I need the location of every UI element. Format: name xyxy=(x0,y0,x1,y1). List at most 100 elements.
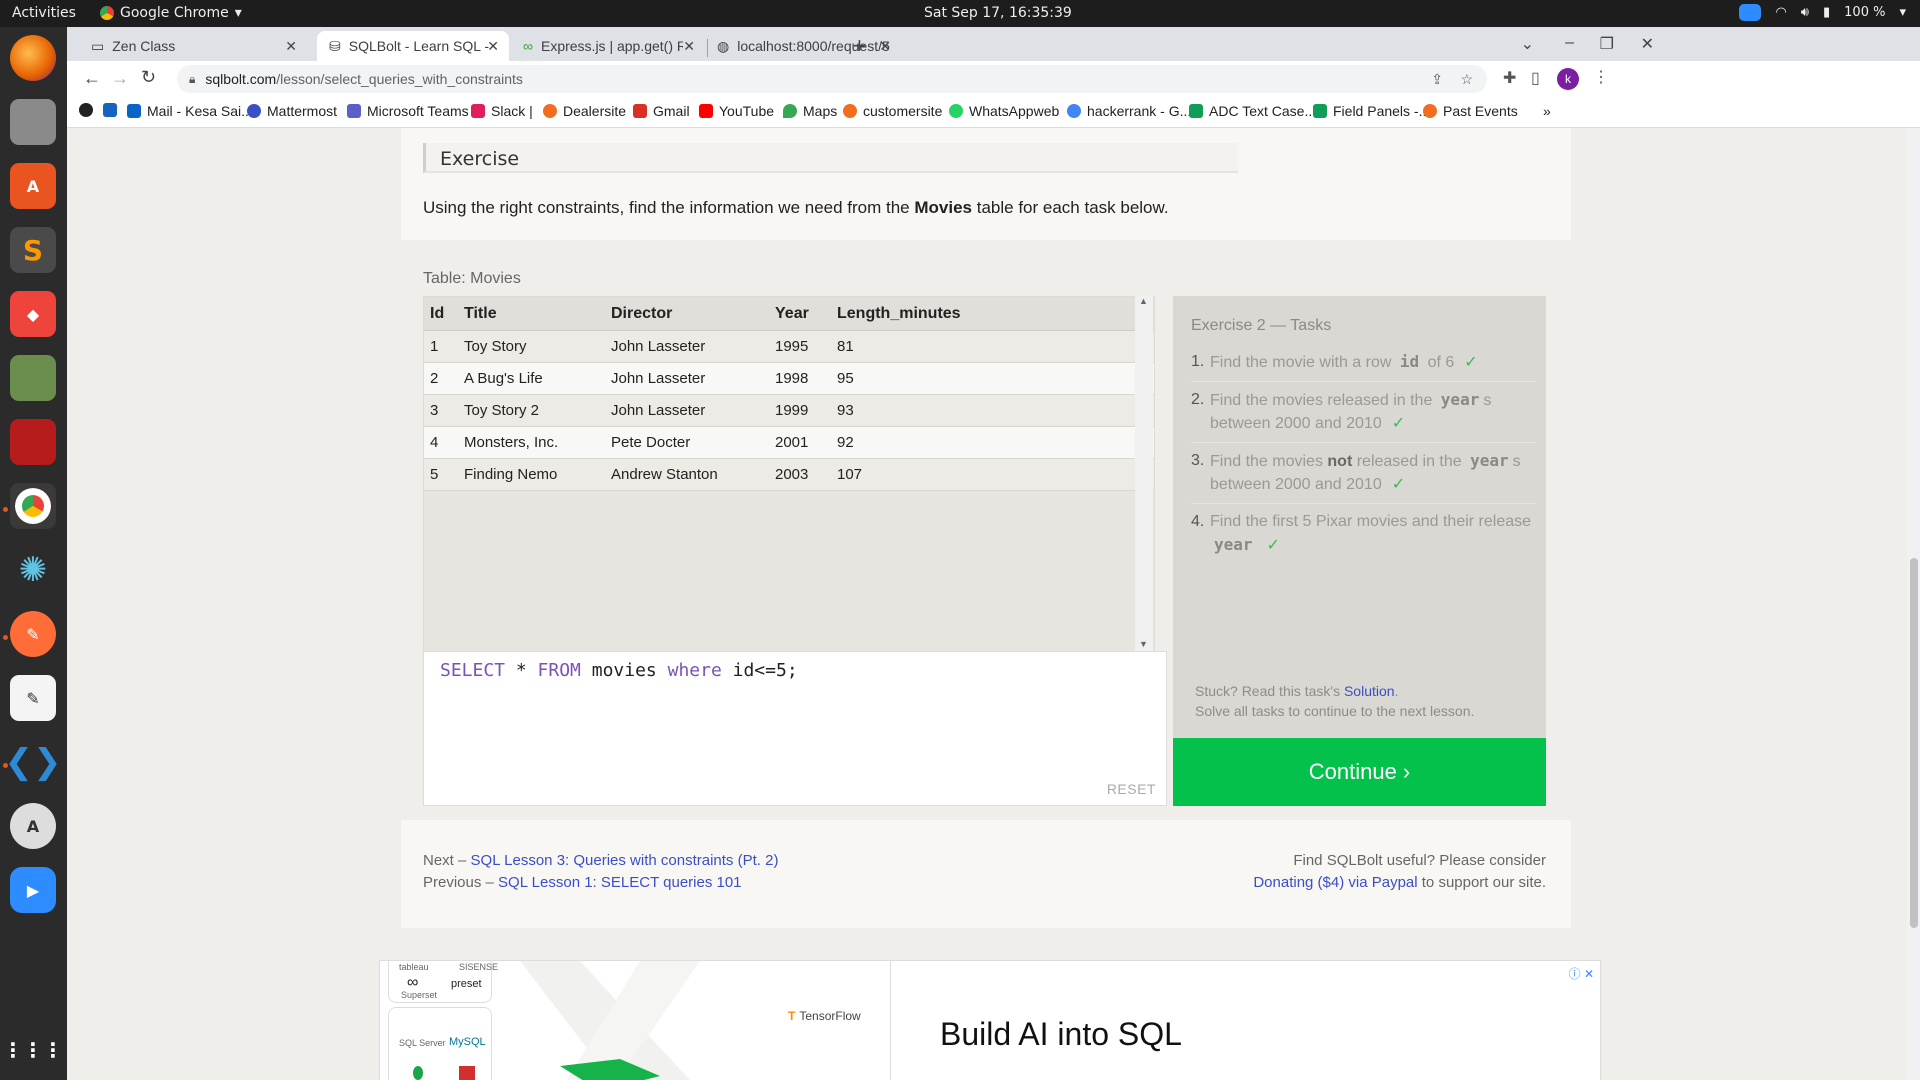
scroll-up-icon[interactable]: ▲ xyxy=(1139,296,1148,306)
zoom-dock-icon[interactable]: ▶ xyxy=(10,867,56,913)
anydesk-icon[interactable]: ◆ xyxy=(10,291,56,337)
more-bookmarks-icon[interactable]: » xyxy=(1543,103,1551,119)
sql-editor[interactable]: SELECT * FROM movies where id<=5; RESET xyxy=(423,651,1167,806)
back-icon[interactable]: ← xyxy=(83,68,101,89)
show-apps-icon[interactable]: ⋮⋮⋮ xyxy=(3,1027,63,1073)
bookmark-maps[interactable]: Maps xyxy=(783,103,837,119)
bookmark-youtube[interactable]: YouTube xyxy=(699,103,774,119)
text-editor-icon[interactable]: ✎ xyxy=(10,675,56,721)
continue-button[interactable]: Continue › xyxy=(1173,738,1546,806)
activities-button[interactable]: Activities xyxy=(12,5,76,21)
more-menu-icon[interactable]: ⋮ xyxy=(1593,67,1609,87)
tab-localhost[interactable]: ◍ localhost:8000/request/5 ✕ xyxy=(709,31,901,61)
tab-title: localhost:8000/request/5 xyxy=(737,38,890,54)
tasks-panel: Exercise 2 — Tasks 1. Find the movie wit… xyxy=(1173,296,1546,738)
extensions-icon[interactable]: ✚ xyxy=(1503,68,1516,88)
reload-icon[interactable]: ↻ xyxy=(141,67,156,88)
window-close-button[interactable]: ✕ xyxy=(1641,34,1654,54)
zoom-tray-icon[interactable] xyxy=(1739,4,1762,21)
tab-express[interactable]: ∞ Express.js | app.get() Req ✕ xyxy=(513,31,705,61)
settings-snow-icon[interactable]: ✺ xyxy=(10,547,56,593)
close-icon[interactable]: ✕ xyxy=(487,38,499,55)
sql-query-text[interactable]: SELECT * FROM movies where id<=5; xyxy=(440,660,798,681)
advertisement-banner[interactable]: tableau SISENSE ∞ Superset preset SQL Se… xyxy=(379,960,1601,1080)
forward-icon[interactable]: → xyxy=(111,68,129,89)
address-bar[interactable]: 🔒︎ sqlbolt.com/lesson/select_queries_wit… xyxy=(177,65,1487,93)
ad-logo-text: SQL Server xyxy=(399,1038,446,1048)
lesson-navigation: Next – SQL Lesson 3: Queries with constr… xyxy=(423,852,779,891)
table-row: 4 Monsters, Inc. Pete Docter 2001 92 xyxy=(424,426,1154,459)
share-icon[interactable]: ⇪ xyxy=(1431,71,1443,88)
mattermost-icon xyxy=(247,104,261,118)
avatar[interactable]: k xyxy=(1557,68,1579,90)
system-tray[interactable]: ◠ 🔊︎ ▮ 100 % ▾ xyxy=(1739,4,1906,21)
bookmark-icon-only-1[interactable] xyxy=(79,103,93,117)
vscode-icon[interactable]: ❮❯ xyxy=(5,739,62,785)
exercise-heading: Exercise xyxy=(423,143,1238,173)
minimize-button[interactable]: – xyxy=(1565,34,1574,52)
ad-tensorflow: T TensorFlow xyxy=(788,1009,861,1023)
bookmark-gmail[interactable]: Gmail xyxy=(633,103,690,119)
updater-icon[interactable]: A xyxy=(10,803,56,849)
solution-link[interactable]: Solution xyxy=(1344,683,1395,699)
table-cell: 1998 xyxy=(769,362,831,395)
bookmark-adc[interactable]: ADC Text Case... xyxy=(1189,103,1316,119)
scrollbar-thumb[interactable] xyxy=(1910,558,1918,928)
new-tab-button[interactable]: + xyxy=(853,33,866,59)
bookmark-hackerrank[interactable]: hackerrank - G... xyxy=(1067,103,1191,119)
software-store-icon[interactable]: A xyxy=(10,163,56,209)
postman-icon[interactable]: ✎ xyxy=(10,611,56,657)
task-item: 3. Find the movies not released in the y… xyxy=(1191,449,1536,504)
url-path: /lesson/select_queries_with_constraints xyxy=(276,71,523,87)
bookmark-whatsapp[interactable]: WhatsAppweb xyxy=(949,103,1059,119)
page-scrollbar[interactable] xyxy=(1907,128,1920,1080)
table-cell: Monsters, Inc. xyxy=(458,426,605,459)
bookmark-slack[interactable]: Slack | xyxy=(471,103,533,119)
bookmark-icon-only-2[interactable] xyxy=(103,103,117,117)
table-scrollbar[interactable]: ▲ ▼ xyxy=(1135,296,1153,651)
reset-button[interactable]: RESET xyxy=(1107,781,1156,797)
clock[interactable]: Sat Sep 17, 16:35:39 xyxy=(924,5,1072,21)
battery-icon: ▮ xyxy=(1823,5,1831,20)
bookmark-star-icon[interactable]: ☆ xyxy=(1460,71,1473,88)
bookmark-dealersite[interactable]: Dealersite xyxy=(543,103,626,119)
sublime-text-icon[interactable]: S xyxy=(10,227,56,273)
bookmark-past-events[interactable]: Past Events xyxy=(1423,103,1518,119)
ad-info-icon[interactable]: ⓘ ✕ xyxy=(1569,965,1594,982)
exercise-description: Using the right constraints, find the in… xyxy=(423,198,1169,217)
tab-search-icon[interactable]: ⌄ xyxy=(1521,34,1534,54)
close-icon[interactable]: ✕ xyxy=(285,38,297,55)
image-viewer-icon[interactable] xyxy=(10,355,56,401)
tab-sqlbolt[interactable]: ⛁ SQLBolt - Learn SQL - SQL ✕ xyxy=(317,31,509,61)
chrome-dock-icon[interactable] xyxy=(10,483,56,529)
bookmark-field-panels[interactable]: Field Panels -... xyxy=(1313,103,1430,119)
close-icon[interactable]: ✕ xyxy=(683,38,695,55)
maximize-button[interactable]: ❐ xyxy=(1600,34,1614,54)
terminal-app-icon[interactable] xyxy=(10,419,56,465)
app-menu[interactable]: Google Chrome ▾ xyxy=(100,5,242,21)
bookmark-customersite[interactable]: customersite xyxy=(843,103,942,119)
bookmark-teams[interactable]: Microsoft Teams xyxy=(347,103,469,119)
close-icon[interactable]: ✕ xyxy=(879,38,891,55)
bookmarks-bar: Mail - Kesa Sai... Mattermost Microsoft … xyxy=(67,97,1920,128)
solve-all-note: Solve all tasks to continue to the next … xyxy=(1195,703,1475,719)
gmail-icon xyxy=(633,104,647,118)
google-icon xyxy=(1067,104,1081,118)
files-icon[interactable] xyxy=(10,99,56,145)
donate-link[interactable]: Donating ($4) via Paypal xyxy=(1253,874,1417,891)
cube-icon xyxy=(413,1066,423,1080)
tab-zen-class[interactable]: ▭ Zen Class ✕ xyxy=(79,31,307,61)
ad-graphic xyxy=(520,961,700,1080)
bookmark-mail[interactable]: Mail - Kesa Sai... xyxy=(127,103,253,119)
scroll-down-icon[interactable]: ▼ xyxy=(1139,639,1148,649)
previous-lesson-link[interactable]: SQL Lesson 1: SELECT queries 101 xyxy=(498,874,741,891)
table-cell: Toy Story 2 xyxy=(458,394,605,427)
bookmark-mattermost[interactable]: Mattermost xyxy=(247,103,337,119)
outlook-icon xyxy=(127,104,141,118)
side-panel-icon[interactable]: ▯ xyxy=(1531,68,1540,88)
next-lesson-link[interactable]: SQL Lesson 3: Queries with constraints (… xyxy=(471,852,779,869)
table-cell: Toy Story xyxy=(458,330,605,363)
database-icon: ⛁ xyxy=(329,37,341,54)
check-icon: ✓ xyxy=(1391,476,1406,493)
firefox-icon[interactable] xyxy=(10,35,56,81)
